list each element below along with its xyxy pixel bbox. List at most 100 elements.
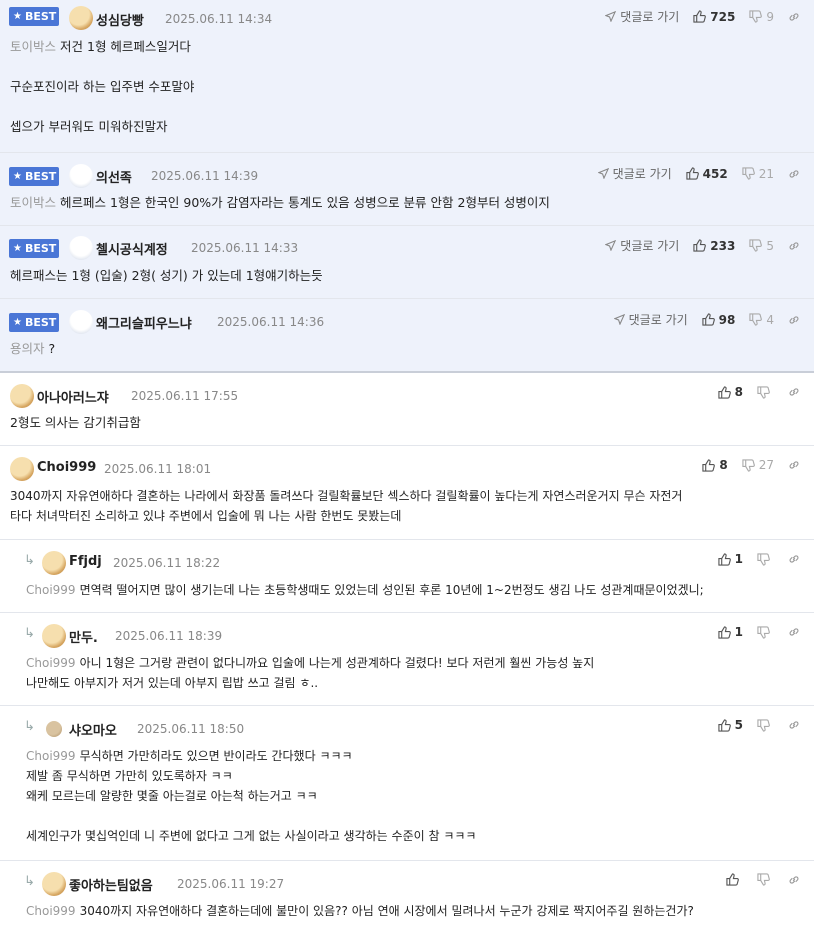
downvote-button[interactable]: 5 — [749, 239, 774, 253]
timestamp: 2025.06.11 14:33 — [191, 241, 299, 255]
reply-arrow-icon: ↳ — [24, 874, 35, 889]
reply-arrow-icon: ↳ — [24, 719, 35, 734]
best-badge: ★ BEST — [9, 167, 59, 186]
avatar[interactable] — [46, 721, 62, 737]
nickname[interactable]: 만두. — [69, 627, 98, 646]
link-button[interactable] — [788, 314, 800, 326]
upvote-button[interactable]: 1 — [718, 552, 743, 566]
comment-body: Choi999 아니 1형은 그거랑 관련이 없다니까요 입술에 나는게 성관계하… — [26, 656, 595, 690]
upvote-count: 1 — [734, 625, 743, 639]
upvote-button[interactable]: 98 — [702, 313, 735, 327]
downvote-button[interactable]: 27 — [742, 458, 774, 472]
thumb-up-icon — [702, 458, 716, 472]
nickname[interactable]: Choi999 — [37, 460, 96, 475]
thumb-up-icon — [686, 167, 699, 180]
nickname[interactable]: 샤오마오 — [69, 720, 117, 739]
avatar[interactable] — [69, 236, 93, 260]
reply: ↳ 만두. 2025.06.11 18:39 1 Choi999 아니 1형은 그… — [0, 613, 814, 706]
reply-target[interactable]: 토이박스 — [10, 39, 56, 54]
best-comment: ★ BEST 성심당빵 2025.06.11 14:34 댓글로 가기 725 9… — [0, 0, 814, 153]
nickname[interactable]: 아나아러느쟈 — [37, 387, 109, 406]
link-button[interactable] — [788, 874, 800, 886]
link-button[interactable] — [788, 168, 800, 180]
nickname[interactable]: 성심당빵 — [96, 10, 144, 29]
link-button[interactable] — [788, 459, 800, 471]
link-button[interactable] — [788, 11, 800, 23]
nickname[interactable]: 왜그리슬피우느냐 — [96, 313, 192, 332]
downvote-button[interactable]: 9 — [749, 10, 774, 24]
avatar[interactable] — [42, 624, 66, 648]
link-button[interactable] — [788, 240, 800, 252]
upvote-button[interactable] — [726, 873, 743, 886]
comment-body: 헤르패스는 1형 (입술) 2형( 성기) 가 있는데 1형얘기하는듯 — [10, 268, 323, 283]
reply-target[interactable]: Choi999 — [26, 656, 76, 670]
go-to-reply-link[interactable]: 댓글로 가기 — [597, 165, 672, 182]
reply-target[interactable]: Choi999 — [26, 749, 76, 763]
timestamp: 2025.06.11 14:39 — [151, 169, 259, 183]
upvote-button[interactable]: 5 — [718, 718, 743, 732]
nickname[interactable]: 첼시공식계정 — [96, 239, 168, 258]
link-icon — [789, 875, 799, 884]
comment: 아나아러느쟈 2025.06.11 17:55 8 2형도 의사는 감기취급함 — [0, 373, 814, 446]
link-button[interactable] — [788, 626, 800, 638]
nickname[interactable]: 좋아하는팀없음 — [69, 875, 153, 894]
go-to-reply-link[interactable]: 댓글로 가기 — [605, 8, 679, 25]
link-icon — [789, 241, 799, 250]
comment-body: Choi999 무식하면 가만히라도 있으면 반이라도 간다했다 ㅋㅋㅋ 제발 좀… — [26, 749, 477, 843]
avatar[interactable] — [69, 310, 93, 334]
link-button[interactable] — [788, 553, 800, 565]
upvote-button[interactable]: 8 — [702, 458, 728, 472]
downvote-button[interactable] — [757, 873, 774, 886]
navigate-icon — [597, 168, 609, 179]
downvote-count: 4 — [766, 312, 774, 327]
upvote-button[interactable]: 452 — [686, 167, 728, 181]
comment-list: { "labels": { "best": "BEST", "reply_lin… — [0, 0, 814, 930]
reply-target[interactable]: 용의자 — [10, 341, 45, 356]
downvote-button[interactable] — [757, 385, 774, 399]
reply-target[interactable]: 토이박스 — [10, 195, 56, 210]
go-to-reply-link[interactable]: 댓글로 가기 — [605, 237, 679, 254]
link-icon — [789, 388, 799, 396]
thumb-down-icon — [742, 458, 755, 472]
thumb-up-icon — [718, 385, 731, 399]
comment-body: 2형도 의사는 감기취급함 — [10, 415, 141, 430]
downvote-button[interactable] — [757, 552, 774, 566]
upvote-count: 1 — [734, 552, 743, 566]
link-button[interactable] — [788, 386, 800, 398]
avatar[interactable] — [10, 457, 34, 481]
reply-target[interactable]: Choi999 — [26, 583, 76, 597]
reply-target[interactable]: Choi999 — [26, 904, 76, 918]
star-icon: ★ — [13, 171, 22, 182]
star-icon: ★ — [13, 11, 22, 22]
avatar[interactable] — [69, 164, 93, 188]
link-icon — [789, 555, 799, 563]
thumb-down-icon — [749, 10, 763, 23]
downvote-button[interactable] — [757, 718, 774, 732]
downvote-button[interactable] — [757, 625, 774, 639]
downvote-button[interactable]: 4 — [749, 313, 774, 327]
upvote-count: 8 — [734, 385, 743, 399]
upvote-button[interactable]: 725 — [693, 10, 735, 24]
upvote-count: 725 — [710, 9, 736, 24]
upvote-count: 5 — [734, 718, 743, 732]
nickname[interactable]: Ffjdj — [69, 554, 102, 569]
avatar[interactable] — [42, 551, 66, 575]
avatar[interactable] — [42, 872, 66, 896]
timestamp: 2025.06.11 17:55 — [131, 389, 239, 403]
upvote-count: 233 — [710, 238, 736, 253]
link-button[interactable] — [788, 719, 800, 731]
downvote-button[interactable]: 21 — [742, 167, 774, 181]
timestamp: 2025.06.11 19:27 — [177, 877, 285, 891]
upvote-button[interactable]: 1 — [718, 625, 743, 639]
nickname[interactable]: 의선족 — [96, 167, 132, 186]
upvote-button[interactable]: 233 — [693, 239, 735, 253]
reply: ↳ 샤오마오 2025.06.11 18:50 5 Choi999 무식하면 가만… — [0, 706, 814, 861]
go-to-reply-link[interactable]: 댓글로 가기 — [613, 311, 688, 328]
best-badge: ★ BEST — [9, 239, 59, 258]
upvote-button[interactable]: 8 — [718, 385, 743, 399]
downvote-count: 9 — [766, 9, 774, 24]
timestamp: 2025.06.11 14:34 — [165, 12, 273, 26]
comment-body: 용의자? — [10, 341, 56, 356]
avatar[interactable] — [10, 384, 34, 408]
avatar[interactable] — [69, 6, 93, 30]
